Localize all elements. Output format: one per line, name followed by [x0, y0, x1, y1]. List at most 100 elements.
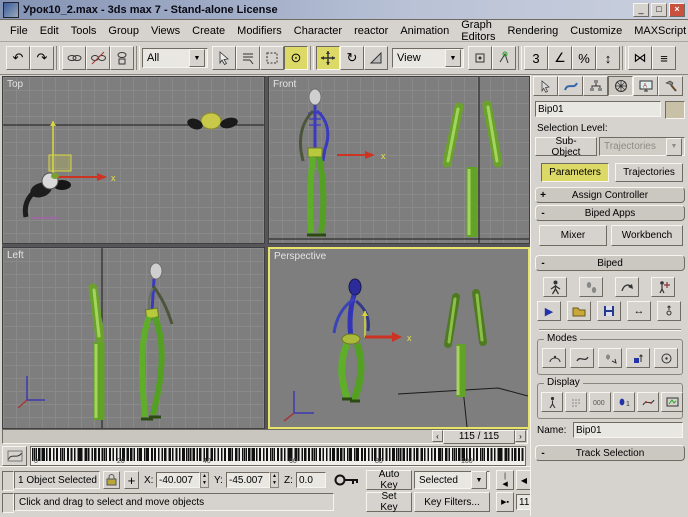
window-crossing-toggle[interactable]: ⊙	[284, 46, 308, 70]
key-mode-toggle[interactable]: ▶▪	[496, 492, 514, 512]
trajectories-mode-button[interactable]: Trajectories	[615, 163, 683, 182]
select-by-name-button[interactable]	[236, 46, 260, 70]
select-and-manipulate-button[interactable]	[492, 46, 516, 70]
rollout-track-selection[interactable]: - Track Selection	[535, 445, 685, 461]
unlink-button[interactable]	[86, 46, 110, 70]
select-and-link-button[interactable]	[62, 46, 86, 70]
tab-utilities[interactable]	[658, 76, 683, 96]
select-and-scale-button[interactable]	[364, 46, 388, 70]
track-bar[interactable]: 0 20 40 60 80 100	[2, 446, 528, 466]
mirror-button[interactable]: ⋈	[628, 46, 652, 70]
set-key-button[interactable]: Set Key	[366, 492, 412, 512]
rubber-band-mode-button[interactable]	[570, 348, 594, 368]
tab-modify[interactable]	[558, 76, 583, 96]
x-coordinate-field[interactable]	[156, 472, 200, 488]
z-coordinate-field[interactable]	[296, 472, 326, 488]
biped-name-field[interactable]	[573, 422, 683, 438]
percent-snap-button[interactable]: %	[572, 46, 596, 70]
previous-frame-arrow[interactable]: ‹	[432, 430, 443, 442]
biped-playback-button[interactable]: ▶	[537, 301, 561, 321]
bind-to-space-warp-button[interactable]	[110, 46, 134, 70]
mixer-button[interactable]: Mixer	[539, 225, 607, 246]
time-slider-handle[interactable]: ‹ 115 / 115 ›	[432, 430, 526, 442]
maximize-button[interactable]: □	[651, 3, 667, 17]
viewport-top[interactable]: Top x	[2, 76, 265, 244]
coordinate-system-dropdown[interactable]: View ▼	[392, 48, 464, 68]
angle-snap-button[interactable]: ∠	[548, 46, 572, 70]
menu-file[interactable]: File	[4, 23, 34, 39]
in-place-mode-flyout[interactable]	[654, 348, 678, 368]
menu-group[interactable]: Group	[102, 23, 145, 39]
tab-motion[interactable]	[608, 76, 633, 96]
rollout-assign-controller[interactable]: + Assign Controller	[535, 187, 685, 203]
figure-mode-button[interactable]	[543, 277, 567, 297]
y-coordinate-field[interactable]	[226, 472, 270, 488]
show-footsteps-button[interactable]: 000	[589, 392, 611, 412]
set-keys-icon[interactable]	[334, 473, 360, 487]
tab-display[interactable]: A	[633, 76, 658, 96]
keyframes[interactable]	[32, 448, 524, 461]
align-button[interactable]: ≡	[652, 46, 676, 70]
viewport-perspective[interactable]: Perspective x	[268, 247, 530, 429]
undo-button[interactable]: ↶	[6, 46, 30, 70]
use-pivot-center-button[interactable]	[468, 46, 492, 70]
menu-create[interactable]: Create	[186, 23, 231, 39]
in-place-mode-button[interactable]	[626, 348, 650, 368]
keyframe-strip[interactable]: 0 20 40 60 80 100	[30, 446, 526, 466]
save-file-button[interactable]	[597, 301, 621, 321]
parameters-mode-button[interactable]: Parameters	[541, 163, 609, 182]
menu-graph-editors[interactable]: Graph Editors	[455, 17, 501, 45]
display-preferences-button[interactable]	[661, 392, 683, 412]
open-mini-curve-editor-button[interactable]	[2, 446, 27, 466]
select-object-button[interactable]	[212, 46, 236, 70]
time-slider[interactable]: ‹ 115 / 115 ›	[2, 429, 528, 444]
move-all-mode-flyout-button[interactable]	[657, 301, 681, 321]
sub-object-button[interactable]: Sub-Object	[535, 137, 597, 156]
next-frame-arrow[interactable]: ›	[515, 430, 526, 442]
snap-toggle-button[interactable]: 3	[524, 46, 548, 70]
menu-character[interactable]: Character	[288, 23, 348, 39]
close-button[interactable]: ×	[669, 3, 685, 17]
menu-views[interactable]: Views	[145, 23, 186, 39]
menu-modifiers[interactable]: Modifiers	[231, 23, 288, 39]
menu-edit[interactable]: Edit	[34, 23, 65, 39]
selection-filter-dropdown[interactable]: All ▼	[142, 48, 208, 68]
auto-key-button[interactable]: Auto Key	[366, 470, 412, 490]
move-all-mode-button[interactable]	[651, 277, 675, 297]
tab-create[interactable]	[533, 76, 558, 96]
footstep-mode-button[interactable]	[579, 277, 603, 297]
show-objects-button[interactable]	[541, 392, 563, 412]
buffer-mode-button[interactable]	[542, 348, 566, 368]
selection-lock-toggle[interactable]	[103, 471, 120, 489]
menu-tools[interactable]: Tools	[65, 23, 103, 39]
absolute-offset-toggle[interactable]: +	[124, 471, 139, 489]
go-to-start-button[interactable]: |◀	[496, 470, 514, 490]
key-filters-button[interactable]: Key Filters...	[414, 492, 490, 512]
menu-animation[interactable]: Animation	[394, 23, 455, 39]
menu-maxscript[interactable]: MAXScript	[628, 23, 688, 39]
rollout-biped-apps[interactable]: - Biped Apps	[535, 205, 685, 221]
show-bones-button[interactable]	[565, 392, 587, 412]
menu-customize[interactable]: Customize	[564, 23, 628, 39]
motion-flow-mode-button[interactable]	[615, 277, 639, 297]
x-spinner[interactable]: ▲▼	[200, 472, 209, 488]
viewport-left[interactable]: Left	[2, 247, 265, 429]
spinner-snap-button[interactable]: ↕	[596, 46, 620, 70]
show-footstep-numbers-button[interactable]: 1	[613, 392, 635, 412]
menu-reactor[interactable]: reactor	[348, 23, 394, 39]
tab-hierarchy[interactable]	[583, 76, 608, 96]
key-filter-mode-dropdown[interactable]: Selected ▼	[414, 471, 490, 489]
minimize-button[interactable]: _	[633, 3, 649, 17]
scale-stride-mode-button[interactable]	[598, 348, 622, 368]
rectangular-selection-region-button[interactable]	[260, 46, 284, 70]
viewport-front[interactable]: Front x	[268, 76, 530, 244]
load-file-button[interactable]	[567, 301, 591, 321]
convert-button[interactable]: ↔	[627, 301, 651, 321]
object-color-swatch[interactable]	[665, 101, 685, 119]
workbench-button[interactable]: Workbench	[611, 225, 683, 246]
menu-rendering[interactable]: Rendering	[501, 23, 564, 39]
select-and-move-button[interactable]	[316, 46, 340, 70]
y-spinner[interactable]: ▲▼	[270, 472, 279, 488]
select-and-rotate-button[interactable]: ↻	[340, 46, 364, 70]
redo-button[interactable]: ↷	[30, 46, 54, 70]
